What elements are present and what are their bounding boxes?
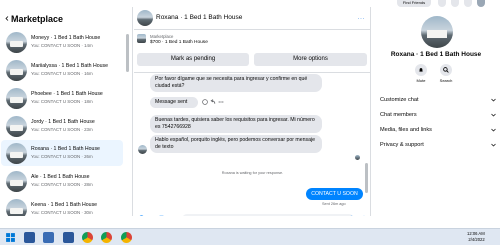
chat-details-panel: Roxana · 1 Bed 1 Bath House Mute Search … [372, 7, 500, 216]
section-label: Privacy & support [380, 142, 424, 148]
chat-avatar[interactable] [137, 10, 153, 26]
conversation-item[interactable]: Mariialyssa · 1 Bed 1 Bath House You: CON… [1, 57, 123, 83]
word-icon[interactable] [24, 232, 35, 243]
conversation-name: Keena · 1 Bed 1 Bath House [31, 202, 98, 209]
chrome-icon[interactable] [121, 232, 132, 243]
conversation-name: Moneyy · 1 Bed 1 Bath House [31, 34, 101, 41]
conversation-thumbnail [6, 115, 27, 137]
chrome-icon[interactable] [101, 232, 112, 243]
conversation-sidebar: Ale Arroyo · 1 Bed 1 Bath HouseYou: CONT… [0, 7, 133, 216]
word-doc-icon[interactable] [63, 232, 74, 243]
conversation-list: Ale Arroyo · 1 Bed 1 Bath HouseYou: CONT… [0, 7, 123, 216]
conversation-name: Mariialyssa · 1 Bed 1 Bath House [31, 62, 108, 69]
taskbar-clock[interactable]: 12:06 AM 2/4/2022 [467, 231, 485, 243]
chevron-down-icon [491, 128, 496, 132]
message-thread: Por favor dígame que se necesita para in… [134, 73, 371, 196]
mark-pending-button[interactable]: Mark as pending [137, 53, 249, 66]
conversation-thumbnail [6, 31, 27, 53]
section-label: Customize chat [380, 97, 419, 103]
conversation-preview: You: CONTACT U SOON · 26m [31, 154, 93, 160]
sidebar-scrollbar[interactable] [126, 34, 129, 72]
conversation-thumbnail [6, 143, 27, 165]
search-action[interactable]: Search [439, 64, 453, 83]
listing-thumbnail[interactable] [137, 34, 146, 43]
chat-header: Roxana · 1 Bed 1 Bath House ··· [134, 7, 371, 30]
privacy-support-section[interactable]: Privacy & support [380, 142, 496, 148]
waiting-notice: Roxana is waiting for your response. [221, 171, 284, 175]
conversation-preview: You: CONTACT U SOON · 28m [31, 182, 93, 188]
seen-avatar [355, 155, 360, 160]
customize-chat-section[interactable]: Customize chat [380, 97, 496, 103]
more-icon[interactable]: ··· [358, 16, 366, 22]
mute-label: Mute [416, 78, 426, 83]
conversation-name: Ale · 1 Bed 1 Bath House [31, 174, 90, 181]
sidebar-header: Marketplace [0, 7, 132, 27]
bell-icon [415, 64, 427, 76]
reply-icon[interactable] [210, 99, 216, 105]
conversation-preview: You: CONTACT U SOON · 14m [31, 42, 93, 48]
find-friends-button[interactable]: Find Friends [397, 0, 431, 7]
message-bubble: Hablo español, porquito inglés, pero pod… [150, 135, 322, 153]
search-icon [440, 64, 452, 76]
chrome-icon[interactable] [82, 232, 93, 243]
messenger-icon[interactable] [451, 0, 459, 7]
details-title: Roxana · 1 Bed 1 Bath House [390, 51, 482, 58]
messenger-window: Find Friends Ale Arroyo · 1 Bed 1 Bath H… [0, 0, 500, 245]
back-arrow-icon[interactable] [5, 16, 10, 21]
conversation-preview: You: CONTACT U SOON · 18m [31, 98, 93, 104]
listing-price-title[interactable]: $700 · 1 Bed 1 Bath House [150, 40, 208, 45]
conversation-name: Jordy · 1 Bed 1 Bath House [31, 118, 95, 125]
windows-taskbar: 12:06 AM 2/4/2022 [0, 228, 500, 245]
conversation-item[interactable]: Keena · 1 Bed 1 Bath House You: CONTACT U… [1, 196, 123, 216]
menu-grid-icon[interactable] [438, 0, 446, 7]
sender-avatar [138, 145, 147, 154]
conversation-item[interactable]: Ale · 1 Bed 1 Bath House You: CONTACT U S… [1, 168, 123, 194]
conversation-item[interactable]: Phoebee · 1 Bed 1 Bath House You: CONTACT… [1, 85, 123, 111]
window-bottom-gap [0, 216, 500, 228]
section-label: Media, files and links [380, 127, 432, 133]
account-avatar[interactable] [477, 0, 485, 7]
sent-timestamp: Sent 26m ago [322, 202, 346, 206]
sidebar-title: Marketplace [11, 14, 64, 24]
marketplace-label: Marketplace [150, 34, 174, 39]
conversation-item[interactable]: Moneyy · 1 Bed 1 Bath House You: CONTACT … [1, 29, 123, 55]
listing-card: Marketplace $700 · 1 Bed 1 Bath House Ma… [134, 31, 371, 73]
conversation-thumbnail [6, 59, 27, 81]
message-bubble: Message sent [150, 97, 198, 108]
listing-avatar-large[interactable] [421, 16, 453, 48]
message-bubble: Por favor dígame que se necesita para in… [150, 74, 322, 92]
conversation-thumbnail [6, 171, 27, 193]
chevron-down-icon [491, 113, 496, 117]
chat-title[interactable]: Roxana · 1 Bed 1 Bath House [156, 14, 242, 21]
conversation-thumbnail [6, 199, 27, 216]
media-files-section[interactable]: Media, files and links [380, 127, 496, 133]
emoji-react-icon[interactable] [202, 99, 208, 105]
sent-message-bubble: CONTACT U SOON [306, 188, 363, 200]
conversation-item[interactable]: Roxana · 1 Bed 1 Bath House You: CONTACT … [1, 140, 123, 167]
conversation-name: Roxana · 1 Bed 1 Bath House [31, 146, 100, 153]
conversation-item[interactable]: Jordy · 1 Bed 1 Bath House You: CONTACT U… [1, 113, 123, 139]
top-bar: Find Friends [0, 0, 500, 7]
mute-action[interactable]: Mute [414, 64, 428, 83]
conversation-preview: You: CONTACT U SOON · 16m [31, 70, 93, 76]
conversation-thumbnail [6, 87, 27, 109]
windows-start-icon[interactable] [5, 232, 16, 243]
section-label: Chat members [380, 112, 417, 118]
conversation-name: Phoebee · 1 Bed 1 Bath House [31, 90, 103, 97]
conversation-preview: You: CONTACT U SOON · 23m [31, 126, 93, 132]
clock-date: 2/4/2022 [468, 237, 485, 242]
thread-scrollbar[interactable] [365, 163, 368, 193]
more-actions-icon[interactable] [218, 99, 224, 105]
message-bubble: Buenas tardes, quisiera saber los requis… [150, 115, 322, 133]
chat-panel: Roxana · 1 Bed 1 Bath House ··· Marketpl… [134, 7, 371, 224]
notifications-icon[interactable] [464, 0, 472, 7]
chevron-down-icon [491, 143, 496, 147]
chat-members-section[interactable]: Chat members [380, 112, 496, 118]
chevron-down-icon [491, 98, 496, 102]
word-doc-icon[interactable] [43, 232, 54, 243]
search-label: Search [439, 78, 453, 83]
more-options-button[interactable]: More options [254, 53, 367, 66]
conversation-preview: You: CONTACT U SOON · 30m [31, 210, 93, 216]
